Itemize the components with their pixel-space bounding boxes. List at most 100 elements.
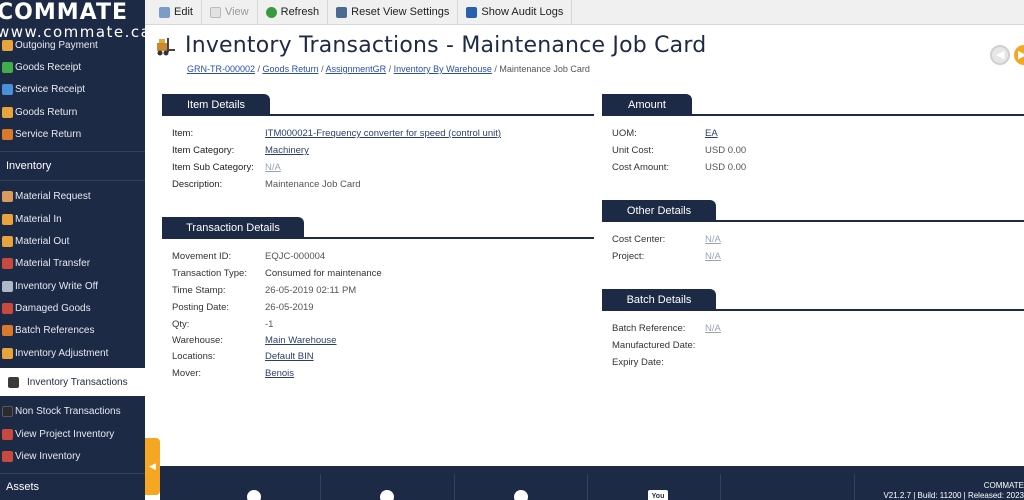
item-subcategory-row: Item Sub Category: xyxy=(172,162,254,173)
locations-link[interactable]: Default BIN xyxy=(265,351,314,362)
sidebar: COMMATE www.commate.ca Outgoing Payment … xyxy=(0,0,145,500)
project-inventory-icon xyxy=(2,428,13,440)
sidebar-item-service-receipt[interactable]: Service Receipt xyxy=(0,78,145,100)
sidebar-section-assets[interactable]: Assets xyxy=(0,473,145,500)
sidebar-item-damaged-goods[interactable]: Damaged Goods xyxy=(0,297,145,319)
footer-divider xyxy=(454,474,455,500)
goods-return-icon xyxy=(2,106,13,118)
page-title: Inventory Transactions - Maintenance Job… xyxy=(185,33,707,58)
sidebar-item-material-in[interactable]: Material In xyxy=(0,208,145,230)
amount-header: Amount xyxy=(602,94,1024,116)
sidebar-collapse-button[interactable]: ◀ xyxy=(145,438,160,495)
footer-divider xyxy=(587,474,588,500)
sidebar-item-label: View Inventory xyxy=(15,450,81,462)
service-return-icon xyxy=(2,128,13,140)
breadcrumb-link[interactable]: GRN-TR-000002 xyxy=(187,64,255,74)
transaction-type-value: Consumed for maintenance xyxy=(265,268,382,279)
sidebar-item-goods-return[interactable]: Goods Return xyxy=(0,101,145,123)
description-row: Description: xyxy=(172,179,222,190)
sidebar-item-label: Damaged Goods xyxy=(15,302,91,314)
non-stock-icon xyxy=(2,405,13,417)
sidebar-item-batch-references[interactable]: Batch References xyxy=(0,319,145,341)
sidebar-item-label: Inventory Write Off xyxy=(15,280,98,292)
cost-center-link[interactable]: N/A xyxy=(705,234,721,245)
reset-view-settings-button[interactable]: Reset View Settings xyxy=(328,0,459,25)
item-category-link[interactable]: Machinery xyxy=(265,145,309,156)
expiry-date-label: Expiry Date: xyxy=(612,357,664,368)
sidebar-item-view-inventory[interactable]: View Inventory xyxy=(0,445,145,467)
arrow-left-icon: ◀ xyxy=(996,49,1005,61)
forklift-icon xyxy=(8,376,19,388)
batch-reference-label: Batch Reference: xyxy=(612,323,686,334)
chat-icon[interactable] xyxy=(380,490,394,500)
warehouse-link[interactable]: Main Warehouse xyxy=(265,335,336,346)
edit-button[interactable]: Edit xyxy=(145,0,202,25)
sidebar-item-inventory-write-off[interactable]: Inventory Write Off xyxy=(0,275,145,297)
footer-divider xyxy=(854,474,855,500)
sidebar-item-material-request[interactable]: Material Request xyxy=(0,185,145,207)
sidebar-item-label: Service Return xyxy=(15,128,82,140)
youtube-icon[interactable]: You xyxy=(648,490,668,500)
sidebar-item-inventory-adjustment[interactable]: Inventory Adjustment xyxy=(0,342,145,364)
sidebar-item-label: Material Request xyxy=(15,190,91,202)
cost-amount-value: USD 0.00 xyxy=(705,162,747,173)
footer-divider xyxy=(720,474,721,500)
item-details-header: Item Details xyxy=(162,94,594,116)
sidebar-item-label: Inventory Adjustment xyxy=(15,347,109,359)
logo-text: COMMATE xyxy=(0,0,128,25)
arrow-right-icon: ▶ xyxy=(1018,49,1024,61)
posting-date-value: 26-05-2019 xyxy=(265,302,314,313)
service-receipt-icon xyxy=(2,83,13,95)
breadcrumb-link[interactable]: Inventory By Warehouse xyxy=(394,64,492,74)
sidebar-item-material-transfer[interactable]: Material Transfer xyxy=(0,252,145,274)
item-subcategory-link[interactable]: N/A xyxy=(265,162,281,173)
item-link[interactable]: ITM000021-Frequency converter for speed … xyxy=(265,128,501,139)
time-stamp-value: 26-05-2019 02:11 PM xyxy=(265,285,357,296)
project-link[interactable]: N/A xyxy=(705,251,721,262)
field-label: Item Sub Category: xyxy=(172,162,254,173)
cost-center-label: Cost Center: xyxy=(612,234,666,245)
sidebar-item-material-out[interactable]: Material Out xyxy=(0,230,145,252)
view-button[interactable]: View xyxy=(202,0,258,25)
section-title: Batch Details xyxy=(602,289,716,311)
uom-link[interactable]: EA xyxy=(705,128,718,139)
info-icon[interactable] xyxy=(514,490,528,500)
sidebar-item-service-return[interactable]: Service Return xyxy=(0,123,145,145)
section-title: Amount xyxy=(602,94,692,116)
next-record-button[interactable]: ▶ xyxy=(1014,45,1024,65)
edit-icon xyxy=(159,6,170,18)
toolbar: Edit View Refresh Reset View Settings Sh… xyxy=(145,0,1024,25)
view-icon xyxy=(209,6,221,18)
phone-icon[interactable] xyxy=(247,490,261,500)
show-audit-logs-button[interactable]: Show Audit Logs xyxy=(458,0,573,25)
breadcrumb-current: Maintenance Job Card xyxy=(499,64,590,74)
sidebar-item-label: View Project Inventory xyxy=(15,428,115,440)
sidebar-item-inventory-transactions[interactable]: Inventory Transactions xyxy=(0,368,145,396)
audit-label: Show Audit Logs xyxy=(481,6,564,18)
sidebar-item-non-stock-transactions[interactable]: Non Stock Transactions xyxy=(0,400,145,422)
refresh-button[interactable]: Refresh xyxy=(258,0,329,25)
chevron-left-icon: ◀ xyxy=(149,461,156,471)
sidebar-item-goods-receipt[interactable]: Goods Receipt xyxy=(0,56,145,78)
sidebar-section-inventory[interactable]: Inventory xyxy=(0,151,145,181)
other-details-header: Other Details xyxy=(602,200,1024,222)
batch-reference-link[interactable]: N/A xyxy=(705,323,721,334)
footer-brand: COMMATE xyxy=(983,481,1024,490)
mover-link[interactable]: Benois xyxy=(265,368,294,379)
sidebar-item-outgoing-payment[interactable]: Outgoing Payment xyxy=(0,34,145,56)
material-transfer-icon xyxy=(2,257,13,269)
previous-record-button[interactable]: ◀ xyxy=(990,45,1010,65)
write-off-icon xyxy=(2,280,13,292)
project-label: Project: xyxy=(612,251,645,262)
view-inventory-icon xyxy=(2,450,13,462)
material-request-icon xyxy=(2,190,13,202)
sidebar-item-label: Material Transfer xyxy=(15,257,91,269)
sidebar-item-label: Outgoing Payment xyxy=(15,39,98,51)
sidebar-item-view-project-inventory[interactable]: View Project Inventory xyxy=(0,423,145,445)
movement-id-value: EQJC-000004 xyxy=(265,251,326,262)
unit-cost-value: USD 0.00 xyxy=(705,145,747,156)
sidebar-item-label: Non Stock Transactions xyxy=(15,405,121,417)
unit-cost-label: Unit Cost: xyxy=(612,145,654,156)
breadcrumb-link[interactable]: Goods Return xyxy=(263,64,319,74)
breadcrumb-link[interactable]: AssignmentGR xyxy=(326,64,387,74)
